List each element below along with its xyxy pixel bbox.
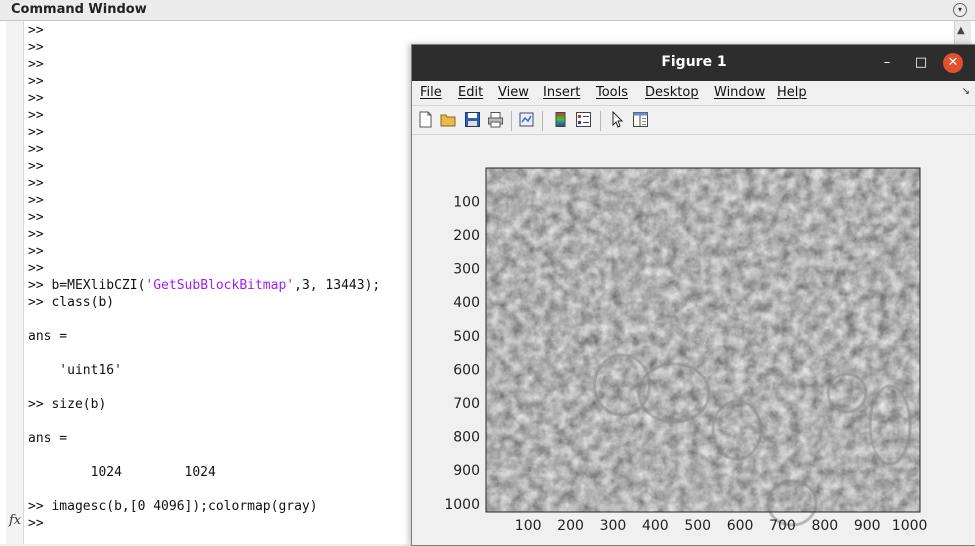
command-text: >> b=MEXlibCZI( (28, 278, 146, 293)
current-prompt[interactable]: >> (28, 515, 380, 532)
prompt-line: >> (28, 40, 44, 55)
y-tick-label: 100 (453, 194, 480, 210)
panel-menu-icon[interactable]: ▾ (953, 3, 967, 17)
command-line-imagesc: >> imagesc(b,[0 4096]);colormap(gray) (28, 499, 318, 514)
menu-tools[interactable]: Tools (596, 85, 628, 100)
grayscale-image (486, 168, 920, 512)
figure-menubar: File Edit View Insert Tools Desktop Wind… (412, 81, 975, 106)
legend-icon[interactable] (575, 111, 592, 128)
x-tick-label: 400 (642, 518, 669, 534)
ans-label: ans = (28, 329, 68, 344)
y-tick-label: 200 (453, 228, 480, 244)
prompt-line: >> (28, 244, 44, 259)
maximize-button[interactable]: □ (911, 53, 931, 73)
menu-view[interactable]: View (498, 85, 529, 100)
prompt-line: >> (28, 176, 44, 191)
y-tick-label: 1000 (444, 497, 480, 513)
x-tick-label: 500 (684, 518, 711, 534)
ans-value: 'uint16' (28, 363, 122, 378)
colorbar-icon[interactable] (552, 111, 569, 128)
prompt-line: >> (28, 57, 44, 72)
minimize-button[interactable]: – (877, 53, 897, 73)
x-tick-label: 600 (727, 518, 754, 534)
x-tick-label: 700 (769, 518, 796, 534)
menu-desktop[interactable]: Desktop (645, 85, 699, 100)
open-file-icon[interactable] (440, 111, 457, 128)
toolbar-separator (600, 111, 601, 131)
menu-file[interactable]: File (420, 85, 442, 100)
command-output[interactable]: >> >> >> >> >> >> >> >> >> >> >> >> >> >> >> >> b=MEXl… (28, 22, 380, 532)
close-button[interactable]: ✕ (943, 53, 963, 73)
figure-canvas[interactable]: 100 200 300 400 500 600 700 800 900 1000 100 200 30… (412, 135, 975, 545)
print-icon[interactable] (487, 111, 504, 128)
new-figure-icon[interactable] (417, 111, 434, 128)
prompt-line: >> (28, 227, 44, 242)
y-tick-label: 800 (453, 430, 480, 446)
y-tick-label: 300 (453, 262, 480, 278)
menu-help[interactable]: Help (777, 85, 807, 100)
command-line-class: >> class(b) (28, 295, 115, 310)
save-icon[interactable] (464, 111, 481, 128)
property-editor-icon[interactable] (632, 111, 649, 128)
scroll-up-icon[interactable]: ▲ (957, 25, 965, 36)
ans-label: ans = (28, 431, 68, 446)
y-tick-label: 400 (453, 295, 480, 311)
select-arrow-icon[interactable] (609, 111, 626, 128)
toolbar-separator (511, 111, 512, 131)
command-text: ,3, 13443); (294, 278, 381, 293)
menu-edit[interactable]: Edit (458, 85, 483, 100)
command-line-size: >> size(b) (28, 397, 107, 412)
y-tick-label: 500 (453, 329, 480, 345)
link-plot-icon[interactable] (518, 111, 535, 128)
axes[interactable]: 100 200 300 400 500 600 700 800 900 1000 100 200 30… (412, 135, 975, 545)
x-tick-label: 200 (557, 518, 584, 534)
toolbar-separator (542, 111, 543, 131)
ans-value: 1024 1024 (28, 465, 216, 480)
figure-toolbar (412, 106, 975, 135)
x-tick-label: 800 (811, 518, 838, 534)
figure-window[interactable]: Figure 1 – □ ✕ File Edit View Insert Too… (411, 44, 975, 546)
x-tick-label: 1000 (892, 518, 928, 534)
prompt-line: >> (28, 23, 44, 38)
menu-window[interactable]: Window (714, 85, 765, 100)
figure-titlebar[interactable]: Figure 1 – □ ✕ (412, 45, 975, 81)
command-window-titlebar: Command Window ▾ (0, 0, 975, 21)
image-data (485, 167, 921, 527)
prompt-line: >> (28, 125, 44, 140)
x-tick-label: 900 (854, 518, 881, 534)
prompt-line: >> (28, 142, 44, 157)
menubar-dock-arrow-icon[interactable]: ↘ (962, 86, 970, 97)
command-window-title: Command Window (11, 2, 147, 17)
command-gutter (6, 21, 24, 544)
y-tick-label: 600 (453, 362, 480, 378)
command-line-mexlibczi: >> b=MEXlibCZI('GetSubBlockBitmap',3, 13… (28, 277, 380, 294)
prompt-line: >> (28, 91, 44, 106)
menu-insert[interactable]: Insert (543, 85, 580, 100)
x-tick-label: 300 (600, 518, 627, 534)
prompt-line: >> (28, 210, 44, 225)
y-tick-label: 900 (453, 463, 480, 479)
prompt-line: >> (28, 261, 44, 276)
x-tick-label: 100 (515, 518, 542, 534)
prompt-line: >> (28, 108, 44, 123)
function-browser-icon[interactable]: fx (9, 513, 21, 528)
prompt-line: >> (28, 193, 44, 208)
y-tick-label: 700 (453, 396, 480, 412)
prompt-line: >> (28, 74, 44, 89)
string-literal: 'GetSubBlockBitmap' (145, 278, 295, 293)
prompt-line: >> (28, 159, 44, 174)
